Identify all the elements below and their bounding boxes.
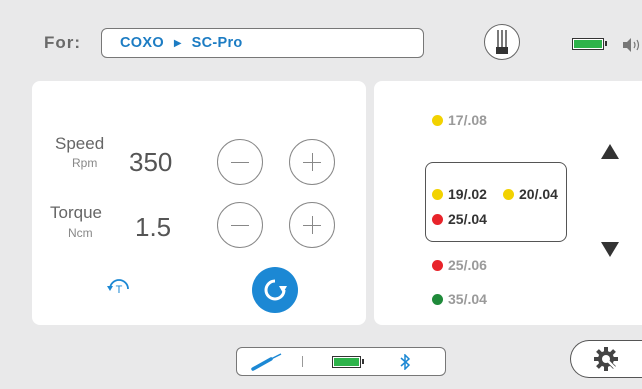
- torque-decrease-button[interactable]: [217, 202, 263, 248]
- torque-increase-button[interactable]: [289, 202, 335, 248]
- file-name: 17/.08: [448, 112, 487, 128]
- file-color-dot: [432, 213, 443, 225]
- scroll-down-arrow-icon[interactable]: [601, 242, 619, 257]
- speed-label: Speed: [55, 134, 105, 153]
- torque-reverse-icon[interactable]: T: [105, 271, 133, 297]
- battery-fill: [574, 40, 602, 48]
- rotate-clockwise-icon: [264, 279, 287, 301]
- battery-fill: [334, 358, 359, 366]
- file-library-button[interactable]: [484, 24, 520, 60]
- file-item-below[interactable]: 35/.04: [432, 291, 487, 307]
- bluetooth-icon: [400, 354, 411, 370]
- speed-increase-button[interactable]: [289, 139, 335, 185]
- file-item-current[interactable]: 19/.02: [432, 186, 487, 202]
- file-item-current[interactable]: 25/.04: [432, 211, 487, 227]
- settings-gear-icon: [594, 347, 618, 371]
- file-color-dot: [432, 293, 443, 305]
- file-color-dot: [432, 114, 443, 126]
- file-name: 25/.04: [448, 211, 487, 227]
- brand-label: COXO: [120, 35, 164, 51]
- settings-button[interactable]: [570, 340, 642, 378]
- file-list-panel: 17/.08 19/.02 20/.04 25/.04 25/.06 35/.0…: [374, 81, 642, 325]
- torque-value: 1.5: [135, 212, 172, 242]
- top-bar: For: COXO ▶ SC-Pro: [0, 0, 642, 80]
- file-item-current[interactable]: 20/.04: [503, 186, 558, 202]
- file-item-below[interactable]: 25/.06: [432, 257, 487, 273]
- file-name: 35/.04: [448, 291, 487, 307]
- torque-label: Torque: [50, 203, 102, 222]
- motor-selector[interactable]: COXO ▶ SC-Pro: [101, 28, 424, 58]
- for-label: For:: [44, 33, 82, 52]
- parameter-panel: Speed Rpm 350 Torque Ncm 1.5 T: [32, 81, 366, 325]
- file-color-dot: [503, 188, 514, 200]
- file-name: 25/.06: [448, 257, 487, 273]
- path-separator: ▶: [173, 37, 182, 49]
- model-label: SC-Pro: [191, 35, 243, 51]
- endo-file-icon: [496, 30, 508, 54]
- file-name: 20/.04: [519, 186, 558, 202]
- speaker-icon[interactable]: [622, 37, 642, 53]
- current-sequence-box: [425, 162, 567, 242]
- device-status-bar: [236, 347, 446, 376]
- handpiece-icon: [251, 353, 282, 371]
- file-color-dot: [432, 259, 443, 271]
- divider: [302, 356, 303, 367]
- torque-unit: Ncm: [68, 226, 93, 240]
- speed-value: 350: [129, 147, 173, 177]
- file-name: 19/.02: [448, 186, 487, 202]
- handpiece-battery-icon: [332, 356, 364, 368]
- speed-decrease-button[interactable]: [217, 139, 263, 185]
- battery-icon: [572, 38, 607, 50]
- file-color-dot: [432, 188, 443, 200]
- scroll-up-arrow-icon[interactable]: [601, 144, 619, 159]
- rotation-direction-button[interactable]: [252, 267, 298, 313]
- file-item-above[interactable]: 17/.08: [432, 112, 487, 128]
- svg-text:T: T: [116, 284, 123, 296]
- speed-unit: Rpm: [72, 156, 98, 170]
